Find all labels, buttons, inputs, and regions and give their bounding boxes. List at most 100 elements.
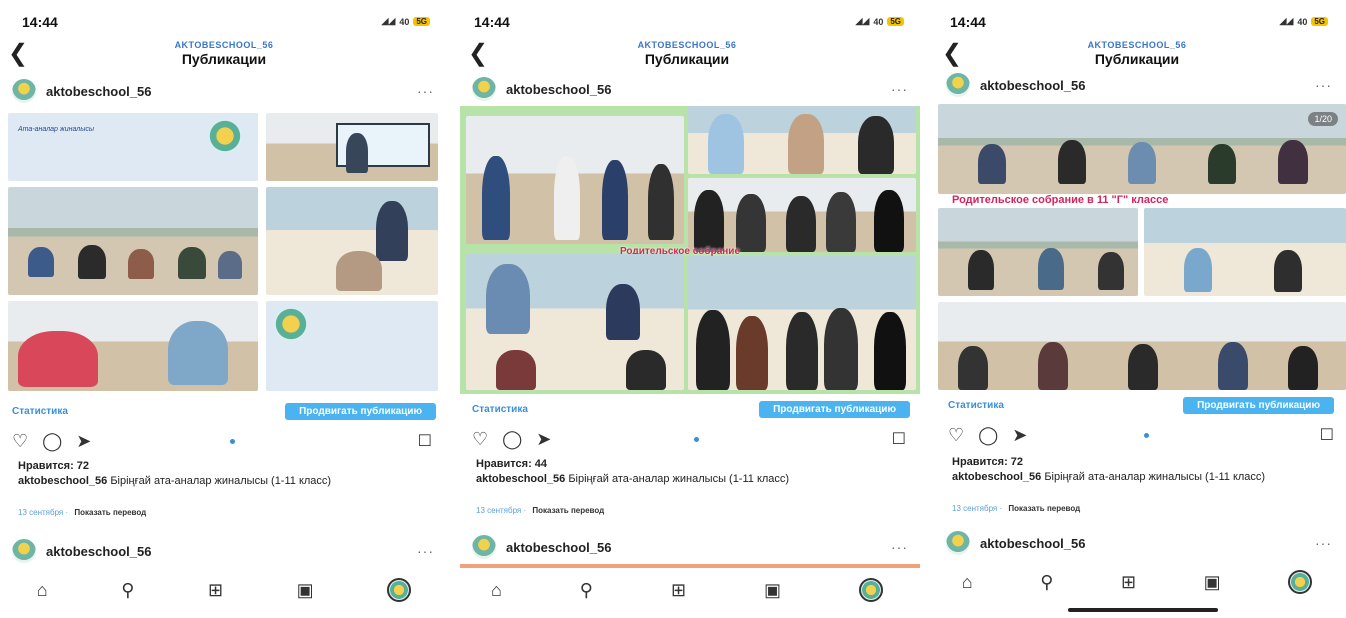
- send-icon[interactable]: ➤: [1012, 425, 1027, 446]
- next-post-image-edge: [460, 564, 920, 568]
- more-icon[interactable]: ···: [1315, 535, 1332, 551]
- send-icon[interactable]: ➤: [76, 431, 91, 452]
- home-icon[interactable]: ⌂: [491, 580, 502, 601]
- plus-square-icon[interactable]: ⊞: [671, 580, 686, 601]
- network-label: 40: [1297, 16, 1308, 27]
- post-username[interactable]: aktobeschool_56: [506, 540, 612, 555]
- statistics-link[interactable]: Статистика: [472, 404, 528, 415]
- phone-screen-3: 14:44 ◢◢ 40 5G ❮ AKTOBESCHOOL_56 Публикаци…: [928, 0, 1346, 618]
- bottom-nav: ⌂ ⚲ ⊞ ▣: [928, 564, 1346, 600]
- translate-link[interactable]: Показать перевод: [1008, 504, 1080, 513]
- profile-avatar[interactable]: [1288, 570, 1313, 594]
- post-username[interactable]: aktobeschool_56: [980, 536, 1086, 551]
- classroom-photo: [8, 301, 258, 391]
- chevron-left-icon[interactable]: ❮: [942, 42, 962, 66]
- search-icon[interactable]: ⚲: [580, 580, 593, 601]
- avatar[interactable]: [946, 531, 970, 555]
- search-icon[interactable]: ⚲: [1040, 572, 1053, 593]
- reels-icon[interactable]: ▣: [764, 580, 781, 601]
- more-icon[interactable]: ···: [417, 543, 434, 559]
- caption-username[interactable]: aktobeschool_56: [18, 475, 107, 487]
- heart-icon[interactable]: ♡: [948, 425, 964, 446]
- heart-icon[interactable]: ♡: [12, 431, 28, 452]
- bookmark-icon[interactable]: ☐: [1320, 425, 1334, 445]
- caption-username[interactable]: aktobeschool_56: [476, 473, 565, 485]
- likes-count[interactable]: Нравится: 44: [476, 458, 547, 470]
- post-username[interactable]: aktobeschool_56: [46, 84, 152, 99]
- parent-figure: [1098, 252, 1124, 290]
- comment-icon[interactable]: ◯: [502, 429, 522, 450]
- post-image[interactable]: Родительское собрание: [460, 106, 920, 394]
- next-post-header: aktobeschool_56 ···: [12, 538, 434, 564]
- send-icon[interactable]: ➤: [536, 429, 551, 450]
- page-header: ❮ AKTOBESCHOOL_56 Публикации: [452, 40, 922, 70]
- likes-count[interactable]: Нравится: 72: [18, 460, 89, 472]
- bookmark-icon[interactable]: ☐: [418, 431, 432, 451]
- promote-button[interactable]: Продвигать публикацию: [1183, 396, 1334, 414]
- parent-figure: [858, 116, 894, 174]
- post-username[interactable]: aktobeschool_56: [980, 78, 1086, 93]
- reels-icon[interactable]: ▣: [1204, 572, 1221, 593]
- comment-icon[interactable]: ◯: [978, 425, 998, 446]
- page-title: Публикации: [181, 51, 267, 67]
- post-image[interactable]: 1/20 Родительское собрание в 11 "Г" клас…: [938, 104, 1346, 390]
- promote-button[interactable]: Продвигать публикацию: [759, 400, 910, 418]
- home-icon[interactable]: ⌂: [962, 572, 973, 593]
- parent-figure: [602, 160, 628, 240]
- parent-figure: [1274, 250, 1302, 292]
- parent-figure: [1038, 248, 1064, 290]
- comment-icon[interactable]: ◯: [42, 431, 62, 452]
- page-title: Публикации: [644, 51, 730, 67]
- avatar[interactable]: [472, 535, 496, 559]
- status-time: 14:44: [22, 14, 58, 30]
- bookmark-icon[interactable]: ☐: [892, 429, 906, 449]
- parent-figure: [826, 192, 856, 252]
- profile-avatar[interactable]: [858, 578, 883, 602]
- post-image[interactable]: Ата-аналар жиналысы: [8, 113, 440, 403]
- post-username[interactable]: aktobeschool_56: [46, 544, 152, 559]
- avatar[interactable]: [946, 73, 970, 97]
- more-icon[interactable]: ···: [417, 83, 434, 99]
- parent-figure: [18, 331, 98, 387]
- parent-figure: [648, 164, 674, 240]
- plus-square-icon[interactable]: ⊞: [1121, 572, 1136, 593]
- classroom-photo: [8, 187, 258, 295]
- reels-icon[interactable]: ▣: [297, 580, 314, 601]
- avatar[interactable]: [472, 77, 496, 101]
- caption-text: Біріңғай ата-аналар жиналысы (1-11 класс…: [110, 475, 332, 487]
- translate-link[interactable]: Показать перевод: [74, 508, 146, 517]
- likes-count[interactable]: Нравится: 72: [952, 456, 1023, 468]
- statistics-link[interactable]: Статистика: [12, 406, 68, 417]
- parent-figure: [1038, 342, 1068, 390]
- more-icon[interactable]: ···: [1315, 77, 1332, 93]
- more-icon[interactable]: ···: [891, 81, 908, 97]
- statistics-link[interactable]: Статистика: [948, 400, 1004, 411]
- insights-row: Статистика Продвигать публикацию: [472, 398, 910, 420]
- home-icon[interactable]: ⌂: [37, 580, 48, 601]
- avatar[interactable]: [12, 79, 36, 103]
- search-icon[interactable]: ⚲: [121, 580, 134, 601]
- classroom-photo: [1144, 208, 1346, 296]
- translate-link[interactable]: Показать перевод: [532, 506, 604, 515]
- parent-figure: [554, 156, 580, 240]
- parent-figure: [786, 312, 818, 390]
- parent-figure: [736, 316, 768, 390]
- chevron-left-icon[interactable]: ❮: [8, 42, 28, 66]
- avatar[interactable]: [12, 539, 36, 563]
- chevron-left-icon[interactable]: ❮: [468, 42, 488, 66]
- plus-square-icon[interactable]: ⊞: [208, 580, 223, 601]
- more-icon[interactable]: ···: [891, 539, 908, 555]
- promote-button[interactable]: Продвигать публикацию: [285, 402, 436, 420]
- caption-username[interactable]: aktobeschool_56: [952, 471, 1041, 483]
- overlay-caption: Родительское собрание в 11 "Г" классе: [952, 194, 1169, 206]
- parent-figure: [874, 312, 906, 390]
- parent-figure: [708, 114, 744, 174]
- carousel-dot: [1144, 432, 1149, 438]
- battery-icon: 5G: [887, 17, 904, 26]
- post-username[interactable]: aktobeschool_56: [506, 82, 612, 97]
- teacher-figure: [346, 133, 368, 173]
- network-label: 40: [399, 16, 410, 27]
- post-meta: 13 сентября · Показать перевод: [952, 504, 1081, 513]
- heart-icon[interactable]: ♡: [472, 429, 488, 450]
- profile-avatar[interactable]: [387, 578, 412, 602]
